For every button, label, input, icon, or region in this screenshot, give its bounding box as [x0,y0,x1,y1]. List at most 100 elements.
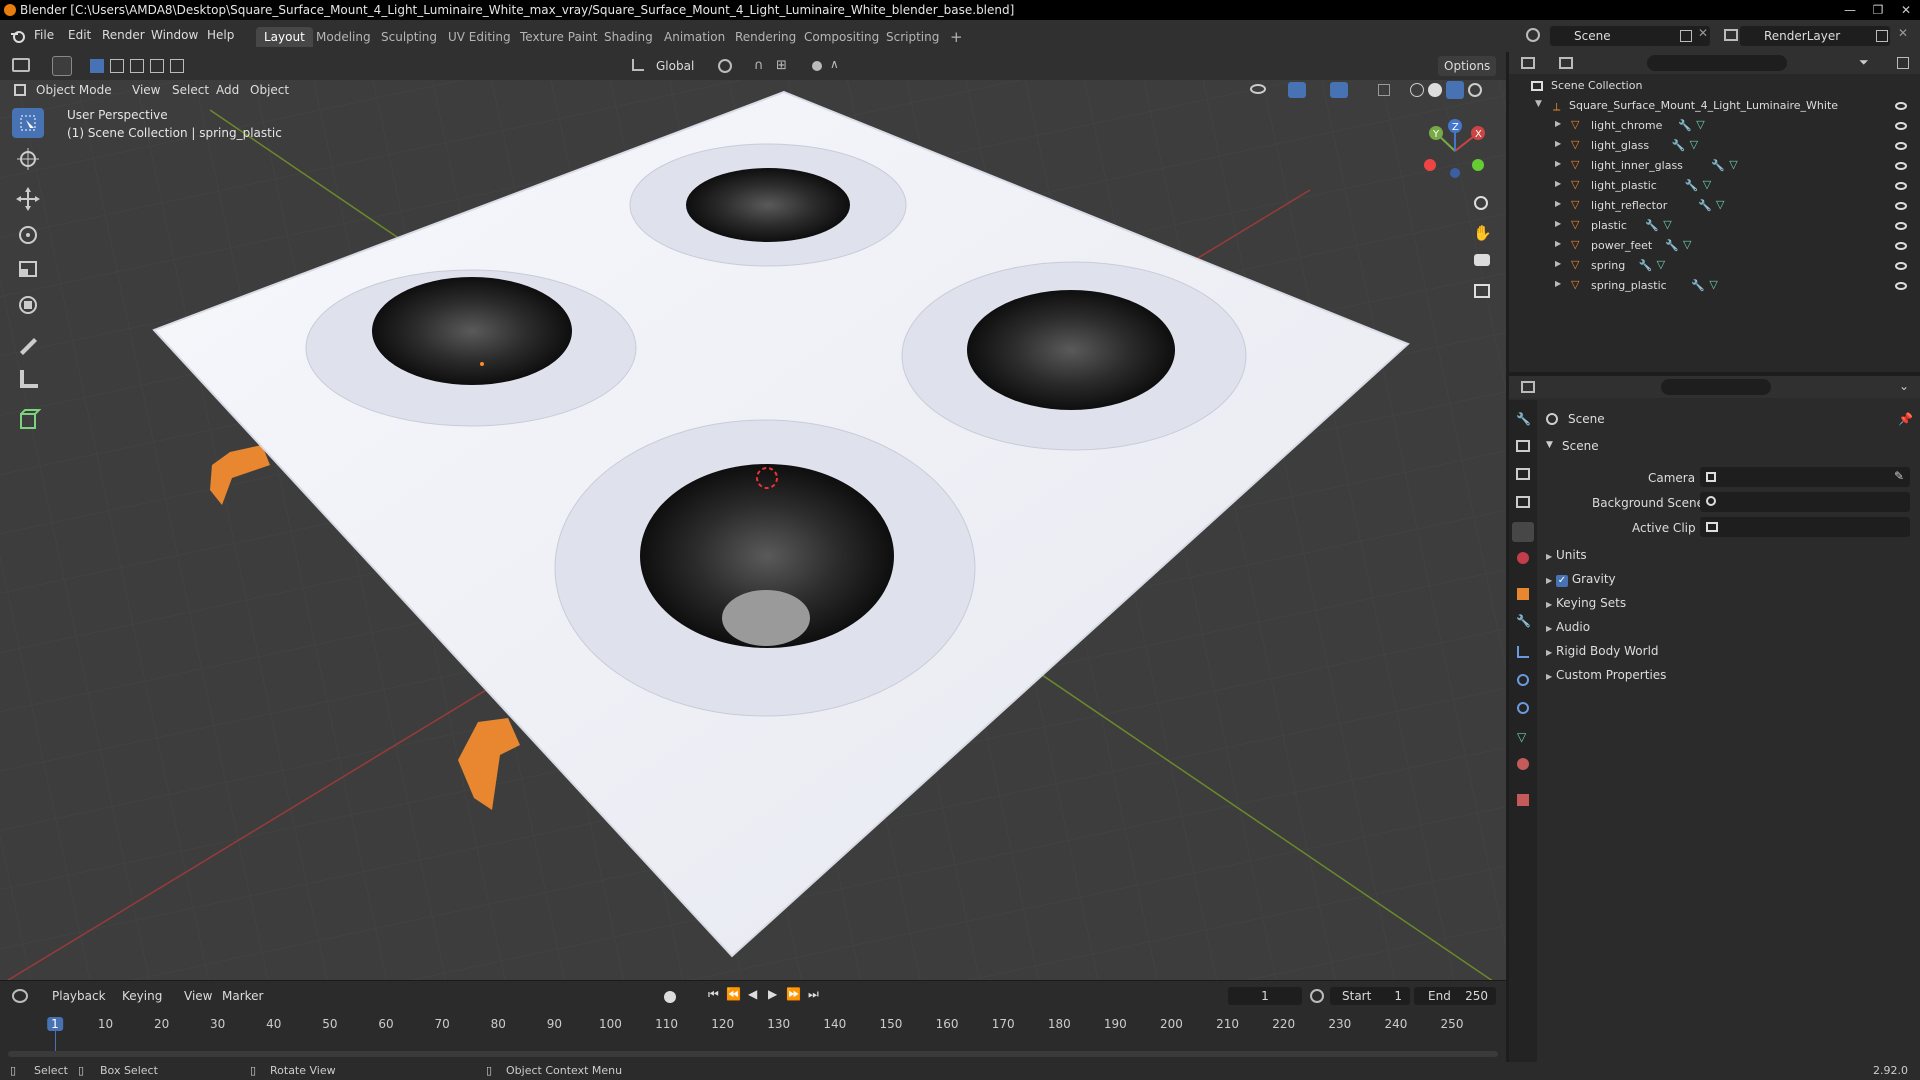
menu-help[interactable]: Help [207,28,234,42]
scene-tab-icon[interactable] [1512,522,1534,542]
menu-edit[interactable]: Edit [68,28,91,42]
tab-compositing[interactable]: Compositing [796,27,887,47]
expand-arrow-icon[interactable]: ▶ [1555,159,1561,168]
select-mode-intersect-icon[interactable] [170,59,184,73]
collapse-arrow-icon[interactable]: ▼ [1535,99,1542,109]
tab-shading[interactable]: Shading [596,27,661,47]
select-mode-new-icon[interactable] [90,59,104,73]
object-tab-icon[interactable] [1517,588,1529,600]
camera-field[interactable]: ✎ [1700,467,1910,487]
outliner-item-spring[interactable]: ▶ ▽ spring 🔧 ▽ [1509,256,1920,276]
expand-arrow-icon[interactable]: ▶ [1555,179,1561,188]
eye-icon[interactable] [1895,182,1907,190]
eye-icon[interactable] [1895,202,1907,210]
tab-texture-paint[interactable]: Texture Paint [512,27,605,47]
rotate-tool[interactable] [12,220,44,250]
new-view-layer-icon[interactable] [1876,30,1888,42]
select-mode-invert-icon[interactable] [150,59,164,73]
output-tab-icon[interactable] [1516,468,1530,480]
options-dropdown[interactable]: Options [1438,56,1497,76]
outliner-item-light-glass[interactable]: ▶ ▽ light_glass 🔧 ▽ [1509,136,1920,156]
render-tab-icon[interactable] [1516,440,1530,452]
background-scene-field[interactable] [1700,492,1910,512]
data-tab-icon[interactable]: ▽ [1517,730,1526,744]
expand-arrow-icon[interactable]: ▶ [1555,259,1561,268]
delete-view-layer-icon[interactable]: ✕ [1898,26,1908,40]
new-scene-icon[interactable] [1680,30,1692,42]
expand-arrow-icon[interactable]: ▶ [1555,239,1561,248]
3d-viewport[interactable] [0,52,1506,980]
outliner-root-row[interactable]: Scene Collection [1509,76,1920,96]
pan-hand-icon[interactable]: ✋ [1473,224,1492,242]
annotate-tool[interactable] [12,330,44,360]
orientation-dropdown[interactable]: Global [650,56,700,76]
tab-animation[interactable]: Animation [656,27,733,47]
scene-panel-header[interactable]: ▼ Scene [1542,436,1916,460]
visibility-icon[interactable] [1250,84,1266,94]
expand-arrow-icon[interactable]: ▶ [1555,219,1561,228]
modifier-tab-icon[interactable]: 🔧 [1516,614,1531,628]
pivot-point-icon[interactable] [718,59,732,73]
tab-scripting[interactable]: Scripting [878,27,947,47]
select-mode-subtract-icon[interactable] [130,59,144,73]
snap-target-icon[interactable]: ⊞ [776,58,787,73]
eye-icon[interactable] [1895,102,1907,110]
display-mode-icon[interactable] [1559,57,1573,69]
wireframe-shading-icon[interactable] [1410,83,1424,97]
editor-type-icon[interactable] [12,58,30,72]
cursor-tool[interactable] [12,144,44,174]
active-clip-field[interactable] [1700,517,1910,537]
section-audio[interactable]: ▶ Audio [1546,620,1906,634]
add-cube-tool[interactable] [12,404,44,434]
measure-tool[interactable] [12,364,44,394]
perspective-toggle-icon[interactable] [1474,284,1490,298]
particles-tab-icon[interactable] [1517,646,1529,658]
delete-scene-icon[interactable]: ✕ [1698,26,1708,40]
proportional-edit-icon[interactable] [812,61,822,71]
new-collection-icon[interactable] [1897,57,1909,69]
solid-shading-icon[interactable] [1428,83,1442,97]
maximize-icon[interactable]: ❐ [1864,0,1892,20]
scale-tool[interactable] [12,254,44,284]
section-gravity[interactable]: ▶ ✓ Gravity [1546,572,1906,587]
properties-options-icon[interactable]: ⌄ [1899,379,1909,393]
menu-select[interactable]: Select [166,80,215,100]
eye-icon[interactable] [1895,242,1907,250]
world-tab-icon[interactable] [1517,552,1529,564]
outliner-collection-row[interactable]: ▼ ⟂ Square_Surface_Mount_4_Light_Luminai… [1509,96,1920,116]
menu-render[interactable]: Render [102,28,145,42]
eye-icon[interactable] [1895,142,1907,150]
section-rigid-body-world[interactable]: ▶ Rigid Body World [1546,644,1906,658]
physics-tab-icon[interactable] [1517,674,1529,686]
section-units[interactable]: ▶ Units [1546,548,1906,562]
falloff-icon[interactable]: ∧ [830,57,839,71]
outliner-item-power-feet[interactable]: ▶ ▽ power_feet 🔧 ▽ [1509,236,1920,256]
properties-search-field[interactable] [1661,379,1771,395]
close-icon[interactable]: ✕ [1892,0,1920,20]
expand-arrow-icon[interactable]: ▶ [1555,279,1561,288]
eyedropper-icon[interactable]: ✎ [1894,469,1904,483]
properties-editor-icon[interactable] [1521,381,1535,393]
outliner-item-light-plastic[interactable]: ▶ ▽ light_plastic 🔧 ▽ [1509,176,1920,196]
menu-view[interactable]: View [126,80,166,100]
xray-toggle-icon[interactable] [1378,84,1390,96]
overlay-toggle-icon[interactable] [1330,82,1348,98]
add-workspace-button[interactable]: + [942,27,971,47]
minimize-icon[interactable]: — [1836,0,1864,20]
menu-object[interactable]: Object [244,80,295,100]
tab-modeling[interactable]: Modeling [308,27,379,47]
outliner-item-plastic[interactable]: ▶ ▽ plastic 🔧 ▽ [1509,216,1920,236]
expand-arrow-icon[interactable]: ▶ [1555,199,1561,208]
view-layer-tab-icon[interactable] [1516,496,1530,508]
zoom-icon[interactable] [1474,196,1488,210]
outliner-item-light-chrome[interactable]: ▶ ▽ light_chrome 🔧 ▽ [1509,116,1920,136]
eye-icon[interactable] [1895,222,1907,230]
eye-icon[interactable] [1895,262,1907,270]
tab-sculpting[interactable]: Sculpting [373,27,445,47]
select-box-tool[interactable] [12,108,44,138]
gizmo-toggle-icon[interactable] [1288,82,1306,98]
texture-tab-icon[interactable] [1517,794,1529,806]
material-tab-icon[interactable] [1517,758,1529,770]
outliner-editor-icon[interactable] [1521,57,1535,69]
gravity-checkbox[interactable]: ✓ [1555,575,1568,587]
